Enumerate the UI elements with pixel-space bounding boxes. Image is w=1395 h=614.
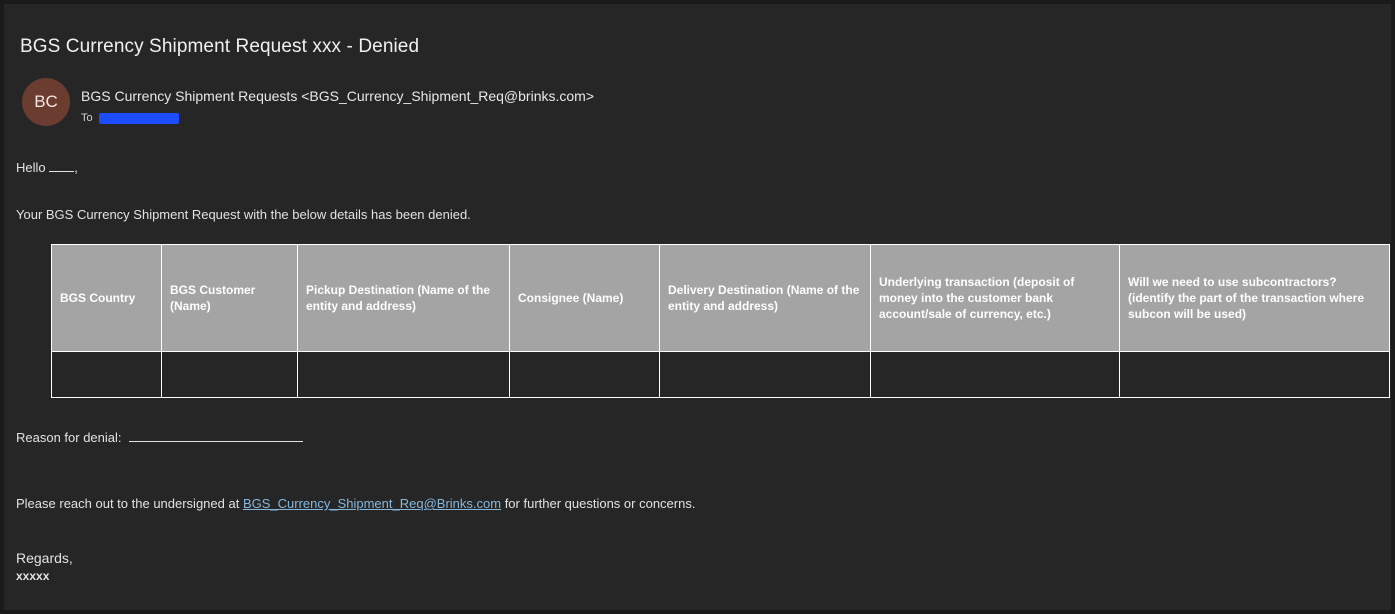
greeting-line: Hello , bbox=[16, 159, 78, 175]
table-cell bbox=[51, 351, 162, 398]
sender-avatar[interactable]: BC bbox=[22, 78, 70, 126]
reason-line: Reason for denial: bbox=[16, 429, 304, 445]
regards-text: Regards, bbox=[16, 550, 73, 566]
table-cell bbox=[161, 351, 298, 398]
header-bgs-country: BGS Country bbox=[51, 244, 162, 352]
header-consignee: Consignee (Name) bbox=[509, 244, 660, 352]
contact-email-link[interactable]: BGS_Currency_Shipment_Req@Brinks.com bbox=[243, 496, 501, 511]
email-message: BGS Currency Shipment Request xxx - Deni… bbox=[4, 4, 1391, 610]
contact-prefix: Please reach out to the undersigned at bbox=[16, 496, 243, 511]
table-cell bbox=[297, 351, 510, 398]
table-header-row: BGS Country BGS Customer (Name) Pickup D… bbox=[51, 244, 1390, 352]
header-subcontractors: Will we need to use subcontractors? (ide… bbox=[1119, 244, 1390, 352]
shipment-details-table: BGS Country BGS Customer (Name) Pickup D… bbox=[51, 244, 1390, 398]
recipient-row: To bbox=[81, 112, 179, 124]
name-blank bbox=[49, 159, 75, 172]
greeting-text: Hello bbox=[16, 160, 46, 175]
contact-suffix: for further questions or concerns. bbox=[501, 496, 696, 511]
table-cell bbox=[509, 351, 660, 398]
header-bgs-customer: BGS Customer (Name) bbox=[161, 244, 298, 352]
email-subject: BGS Currency Shipment Request xxx - Deni… bbox=[20, 36, 420, 57]
reason-label: Reason for denial: bbox=[16, 430, 122, 445]
table-cell bbox=[1119, 351, 1390, 398]
table-row bbox=[51, 351, 1390, 398]
redacted-recipient bbox=[98, 112, 179, 124]
reason-blank bbox=[129, 429, 304, 442]
table-cell bbox=[659, 351, 871, 398]
greeting-suffix: , bbox=[74, 160, 78, 175]
sender-address[interactable]: BGS Currency Shipment Requests <BGS_Curr… bbox=[81, 88, 594, 104]
header-underlying-transaction: Underlying transaction (deposit of money… bbox=[870, 244, 1120, 352]
intro-text: Your BGS Currency Shipment Request with … bbox=[16, 207, 471, 222]
table-cell bbox=[870, 351, 1120, 398]
header-delivery-destination: Delivery Destination (Name of the entity… bbox=[659, 244, 871, 352]
contact-line: Please reach out to the undersigned at B… bbox=[16, 496, 695, 511]
signature-text: xxxxx bbox=[16, 569, 50, 583]
header-pickup-destination: Pickup Destination (Name of the entity a… bbox=[297, 244, 510, 352]
to-label: To bbox=[81, 112, 93, 124]
